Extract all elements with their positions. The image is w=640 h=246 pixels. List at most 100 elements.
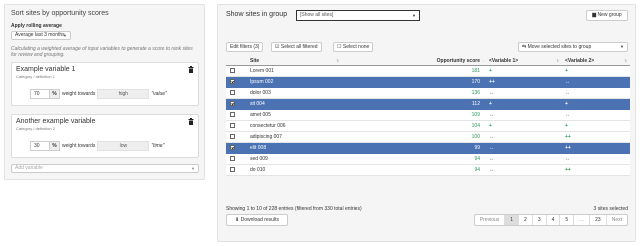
row-checkbox[interactable] [230,143,235,153]
row-checkbox[interactable] [230,99,235,109]
column-header-variable-1[interactable]: <Variable 1> [489,56,518,66]
sort-panel: Sort sites by opportunity scores Apply r… [4,4,205,180]
weight-input[interactable]: 30 [30,141,50,151]
edit-filters-button[interactable]: Edit filters (3) [226,42,264,52]
variable-1-indicator: ↔ [489,134,494,140]
column-header-site[interactable]: Site [250,56,259,66]
pagination: Previous 1 2 3 4 5… 23 Next [473,214,628,226]
score-value: 170 [471,79,480,85]
site-name: amet 005 [250,112,271,118]
direction-toggle[interactable]: high [97,89,150,99]
row-checkbox[interactable] [230,132,235,142]
row-checkbox[interactable] [230,165,235,175]
caret-down-icon: ▼ [191,166,195,171]
table-row[interactable]: do 010 94 ↔ ++ [226,165,630,176]
variable-category: Category / definition 1 [16,74,55,79]
checked-box-icon [230,101,235,107]
caret-down-icon: ▼ [412,13,416,18]
site-name: sed 009 [250,156,268,162]
unchecked-box-icon [230,68,235,74]
entries-info: Showing 1 to 10 of 228 entries (filtered… [226,206,362,212]
table-row[interactable]: elit 008 99 ↔ ++ [226,143,630,154]
column-header-variable-2[interactable]: <Variable 2> [565,56,594,66]
row-checkbox[interactable] [230,77,235,87]
table-row[interactable]: dolor 003 136 ↔ ↔ [226,88,630,99]
page-button[interactable]: 5 [560,215,575,225]
table-row[interactable]: consectetur 006 104 + + [226,121,630,132]
page-button[interactable]: 3 [533,215,547,225]
select-all-button[interactable]: ☑ Select all filtered [271,42,322,52]
variable-2-indicator: ↔ [565,90,570,96]
row-checkbox[interactable] [230,154,235,164]
sort-icon[interactable]: ↓ [482,56,484,66]
square-icon: ☐ [337,44,342,50]
previous-page-button[interactable]: Previous [475,215,506,225]
check-square-icon: ☑ [275,44,280,50]
checked-box-icon [230,79,235,85]
page-button[interactable]: 1 [505,215,520,225]
variable-1-indicator: ↔ [489,90,494,96]
table-row[interactable]: adipiscing 007 100 ↔ ++ [226,132,630,143]
variable-2-indicator: ++ [565,167,571,173]
sort-icon[interactable]: ⇕ [336,56,339,66]
select-none-button[interactable]: ☐ Select none [333,42,374,52]
add-variable-placeholder: Add variable [15,165,43,171]
row-checkbox[interactable] [230,66,235,76]
row-checkbox[interactable] [230,88,235,98]
site-name: do 010 [250,167,266,173]
score-value: 99 [474,145,480,151]
variable-2-indicator: ++ [565,134,571,140]
page-button[interactable]: 2 [519,215,533,225]
selected-count: 3 sites selected [593,206,628,212]
rolling-average-label: Apply rolling average [11,23,62,29]
column-header-score[interactable]: Opportunity score [376,56,480,66]
weight-row: 30 % weight towards low "time" [30,141,164,151]
variable-1-indicator: + [489,123,492,129]
variable-card: Another example variable Category / defi… [11,114,199,158]
trash-icon[interactable] [188,66,194,73]
new-group-button[interactable]: ▆ New group [586,10,628,21]
table-row[interactable]: Lorem 001 181 + + [226,66,630,77]
download-results-button[interactable]: ⬇ Download results [226,214,288,226]
table-row[interactable]: sed 009 94 ↔ ↔ [226,154,630,165]
move-selected-select[interactable]: ⇆ Move selected sites to group ▼ [518,42,628,52]
score-cell: 136 [376,88,480,98]
page-button[interactable]: 4 [547,215,561,225]
weight-input[interactable]: 70 [30,89,50,99]
direction-toggle[interactable]: low [97,141,150,151]
trash-icon[interactable] [188,118,194,125]
variable-category: Category / definition 2 [16,126,55,131]
group-select[interactable]: [Show all sites] ▼ [296,10,420,21]
table-row[interactable]: amet 005 109 ↔ ↔ [226,110,630,121]
sort-description: Calculating a weighted average of input … [11,46,193,58]
folder-plus-icon: ▆ [592,12,597,18]
variable-name: Another example variable [16,118,96,125]
site-name: elit 008 [250,145,267,151]
table-header: Site ⇕ Opportunity score ↓ <Variable 1> … [226,56,630,66]
table-body: Lorem 001 181 + + Ipsum 002 170 ++ ↔ dolor 003 13… [226,66,630,176]
next-page-button[interactable]: Next [607,215,627,225]
caret-down-icon: ▼ [63,33,67,38]
sort-icon[interactable]: ⇕ [556,56,559,66]
rolling-average-select[interactable]: Average last 3 months ▼ [11,31,71,40]
page-button: … [574,215,591,225]
add-variable-select[interactable]: Add variable ▼ [11,164,199,173]
sort-icon[interactable]: ⇕ [624,56,627,66]
table-row[interactable]: Ipsum 002 170 ++ ↔ [226,77,630,88]
rolling-average-value: Average last 3 months [15,32,65,38]
download-results-label: Download results [240,217,279,223]
unchecked-box-icon [230,123,235,129]
weight-row: 70 % weight towards high "value" [30,89,167,99]
page-button[interactable]: 23 [590,215,607,225]
variable-2-indicator: + [565,68,568,74]
row-checkbox[interactable] [230,110,235,120]
score-value: 181 [471,68,480,74]
row-checkbox[interactable] [230,121,235,131]
move-icon: ⇆ [522,44,527,50]
unchecked-box-icon [230,156,235,162]
score-value: 109 [471,112,480,118]
variable-1-indicator: + [489,68,492,74]
variable-card: Example variable 1 Category / definition… [11,62,199,106]
table-row[interactable]: sit 004 112 + + [226,99,630,110]
score-cell: 181 [376,66,480,76]
